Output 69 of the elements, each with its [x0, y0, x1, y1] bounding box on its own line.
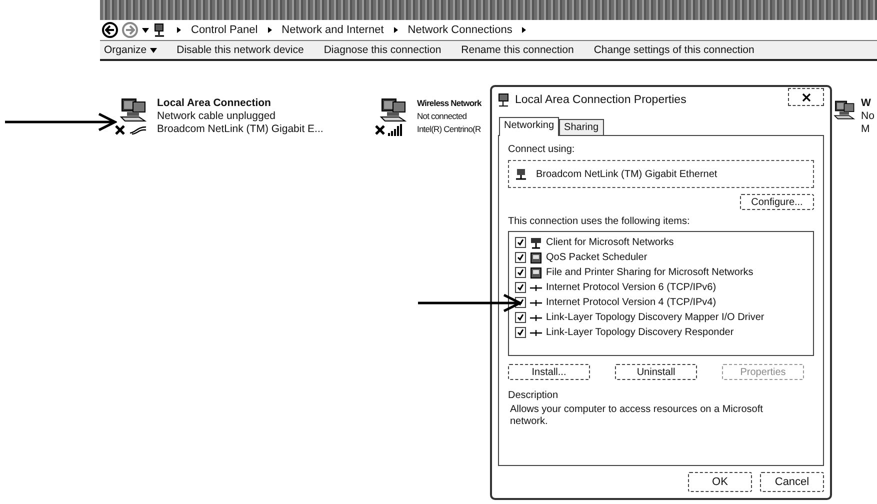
- protocol-icon: [530, 284, 542, 292]
- toolbar-button[interactable]: Rename this connection: [461, 44, 574, 56]
- dialog-title: Local Area Connection Properties: [515, 94, 688, 106]
- dialog-button[interactable]: Cancel: [760, 472, 824, 492]
- checkbox[interactable]: [515, 267, 526, 278]
- close-button[interactable]: [788, 88, 824, 106]
- dialog-button[interactable]: OK: [688, 472, 752, 492]
- chevron-icon: [266, 26, 274, 34]
- checkbox[interactable]: [515, 237, 526, 248]
- checkbox[interactable]: [515, 327, 526, 338]
- protocol-icon: [530, 298, 542, 306]
- checkbox[interactable]: [515, 312, 526, 323]
- list-label: This connection uses the following items:: [508, 216, 691, 227]
- protocol-icon: [530, 314, 542, 322]
- dropdown-icon[interactable]: [142, 28, 149, 32]
- adapter-name: M: [861, 123, 871, 136]
- list-item[interactable]: Link-Layer Topology Discovery Responder: [546, 327, 734, 338]
- protocol-icon: [530, 328, 542, 336]
- configure-button[interactable]: Configure...: [740, 194, 814, 210]
- list-item[interactable]: File and Printer Sharing for Microsoft Networks: [546, 267, 754, 278]
- list-item[interactable]: Internet Protocol Version 6 (TCP/IPv6): [546, 282, 716, 293]
- tab[interactable]: Sharing: [559, 119, 604, 135]
- list-item[interactable]: QoS Packet Scheduler: [546, 252, 648, 263]
- checkbox[interactable]: [515, 282, 526, 293]
- toolbar-button[interactable]: Change settings of this connection: [594, 44, 754, 56]
- connection-name[interactable]: W: [861, 97, 874, 110]
- adapter-field: Broadcom NetLink (TM) Gigabit Ethernet: [508, 160, 814, 188]
- computer-icon: [379, 97, 409, 123]
- breadcrumb-item[interactable]: Control Panel: [191, 24, 258, 36]
- field-label: Connect using:: [508, 144, 576, 155]
- adapter-name: Intel(R) Centrino(R: [417, 123, 482, 136]
- back-button[interactable]: [102, 22, 118, 38]
- network-icon: [153, 23, 167, 37]
- chevron-icon: [175, 26, 183, 34]
- adapter-icon: [515, 168, 528, 180]
- client-icon: [530, 236, 542, 248]
- chevron-icon: [392, 26, 400, 34]
- network-icon: [498, 93, 510, 107]
- computer-icon: [119, 97, 149, 123]
- toolbar-button[interactable]: Diagnose this connection: [324, 44, 442, 56]
- service-icon: [530, 252, 542, 264]
- connection-status: No: [861, 110, 874, 123]
- list-item[interactable]: Client for Microsoft Networks: [546, 237, 674, 248]
- connection-status: Network cable unplugged: [157, 110, 276, 123]
- breadcrumb-item[interactable]: Network Connections: [408, 24, 512, 36]
- cable-icon: [129, 125, 147, 135]
- checkbox[interactable]: [515, 252, 526, 263]
- list-item[interactable]: Link-Layer Topology Discovery Mapper I/O Driver: [546, 312, 764, 323]
- connection-name[interactable]: Local Area Connection: [157, 97, 324, 110]
- toolbar-button[interactable]: Organize: [104, 44, 157, 56]
- disconnected-icon: [115, 125, 125, 135]
- close-icon: [802, 92, 810, 102]
- disconnected-icon: [375, 125, 385, 135]
- breadcrumb-item[interactable]: Network and Internet: [282, 24, 384, 36]
- action-button[interactable]: Uninstall: [615, 364, 697, 380]
- chevron-icon: [520, 26, 528, 34]
- section-label: Description: [508, 390, 560, 401]
- caret-icon: [150, 48, 157, 52]
- action-button[interactable]: Install...: [508, 364, 590, 380]
- service-icon: [530, 266, 542, 278]
- list-item[interactable]: Internet Protocol Version 4 (TCP/IPv4): [546, 297, 716, 308]
- tab[interactable]: Networking: [499, 117, 560, 136]
- checkbox[interactable]: [515, 297, 526, 308]
- description-text: Allows your computer to access resources on a Microsoft network.: [509, 404, 764, 428]
- connection-status: Not connected: [417, 110, 468, 123]
- connection-name[interactable]: Wireless Network: [417, 97, 482, 110]
- signal-icon: [388, 124, 402, 136]
- adapter-name: Broadcom NetLink (TM) Gigabit E...: [157, 123, 324, 136]
- toolbar-button[interactable]: Disable this network device: [176, 44, 304, 56]
